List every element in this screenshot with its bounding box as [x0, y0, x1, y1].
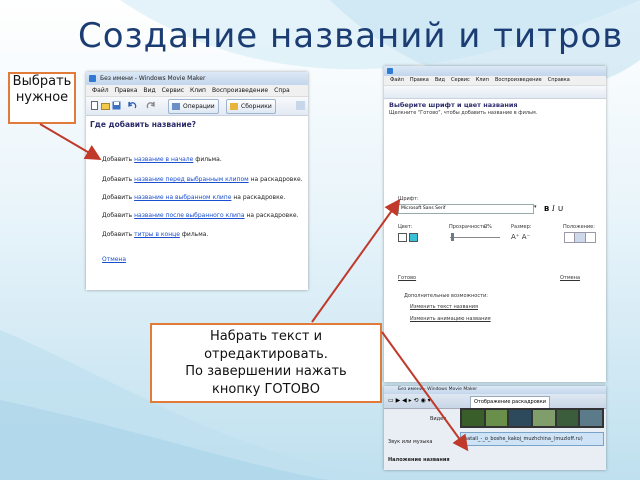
- arrow-to-option: [39, 123, 102, 161]
- arrow-to-timeline: [381, 331, 469, 452]
- arrows-layer: [39, 123, 469, 452]
- arrow-to-font-panel: [311, 198, 401, 323]
